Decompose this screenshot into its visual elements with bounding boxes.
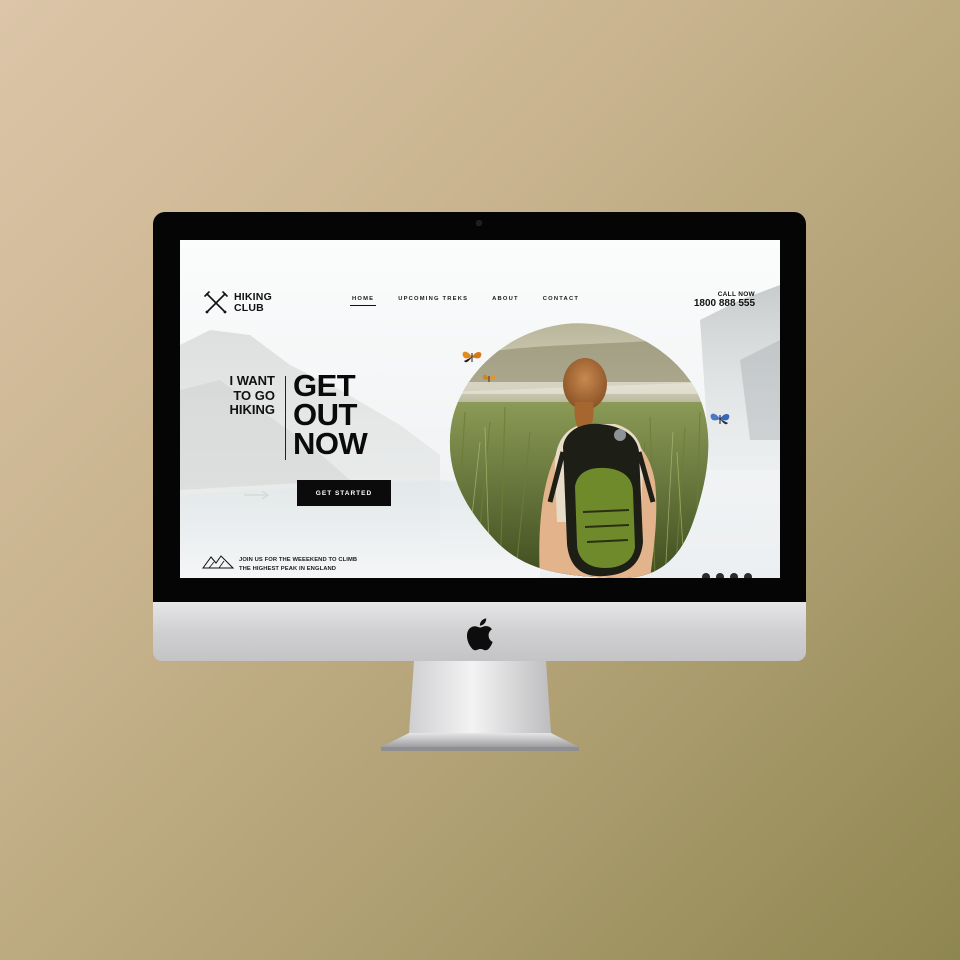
- slider-dot[interactable]: [730, 573, 738, 578]
- monitor-stand: [381, 661, 579, 751]
- get-started-button[interactable]: GET STARTED: [297, 480, 391, 506]
- main-navigation: HOME UPCOMING TREKS ABOUT CONTACT: [349, 296, 579, 306]
- brand-line-2: CLUB: [234, 302, 264, 314]
- call-now-label: CALL NOW: [717, 291, 755, 298]
- slider-dot[interactable]: [744, 573, 752, 578]
- join-line-2: THE HIGHEST PEAK IN ENGLAND: [239, 566, 337, 572]
- brand-name: HIKING CLUB: [234, 291, 272, 315]
- tagline-line-1: I WANT: [229, 373, 276, 388]
- camera-icon: [476, 220, 482, 226]
- brand-logo[interactable]: HIKING CLUB: [203, 290, 272, 316]
- nav-item-about[interactable]: ABOUT: [492, 296, 519, 306]
- headline-line-2: OUT: [293, 397, 357, 432]
- mountains-icon: [202, 555, 234, 569]
- join-us-text: JOIN US FOR THE WEEEKEND TO CLIMB THE HI…: [239, 556, 357, 574]
- crossed-trekking-poles-icon: [204, 291, 228, 314]
- call-now-block[interactable]: CALL NOW 1800 888 555: [694, 291, 755, 309]
- nav-item-upcoming-treks[interactable]: UPCOMING TREKS: [398, 296, 468, 306]
- apple-logo-icon: [466, 618, 493, 651]
- website-screen: HIKING CLUB HOME UPCOMING TREKS ABOUT CO…: [180, 240, 780, 578]
- hero-tagline: I WANT TO GO HIKING: [200, 373, 276, 418]
- monitor-bezel: HIKING CLUB HOME UPCOMING TREKS ABOUT CO…: [153, 212, 806, 602]
- slider-dots: [702, 573, 752, 578]
- butterfly-icon: [482, 374, 496, 382]
- nav-item-contact[interactable]: CONTACT: [543, 296, 579, 306]
- nav-item-home[interactable]: HOME: [349, 296, 377, 306]
- butterfly-icon: [710, 413, 730, 425]
- headline-line-3: NOW: [293, 426, 368, 461]
- butterfly-icon: [462, 351, 482, 363]
- hero-divider: [285, 376, 286, 460]
- slider-dot[interactable]: [702, 573, 710, 578]
- tagline-line-3: HIKING: [229, 402, 276, 417]
- hero-headline: GET OUT NOW: [293, 368, 368, 461]
- join-line-1: JOIN US FOR THE WEEEKEND TO CLIMB: [239, 557, 358, 563]
- slider-dot[interactable]: [716, 573, 724, 578]
- monitor-chin: [153, 602, 806, 661]
- tagline-line-2: TO GO: [233, 387, 275, 403]
- phone-number[interactable]: 1800 888 555: [694, 298, 755, 309]
- headline-line-1: GET: [293, 368, 356, 403]
- arrow-decoration-icon: [244, 490, 270, 500]
- imac-monitor: HIKING CLUB HOME UPCOMING TREKS ABOUT CO…: [153, 212, 806, 661]
- hiker-photo: [449, 323, 709, 578]
